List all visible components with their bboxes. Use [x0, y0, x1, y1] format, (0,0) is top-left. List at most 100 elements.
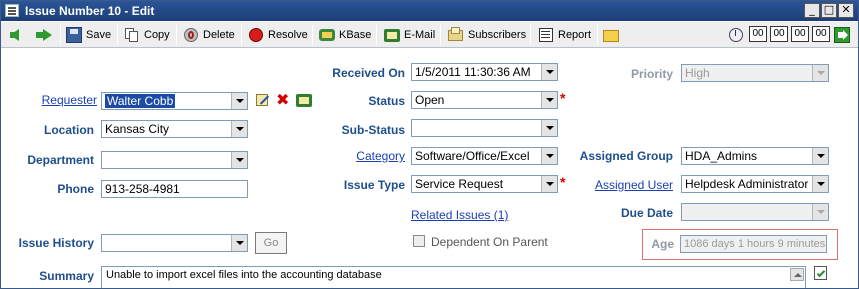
copy-button[interactable]: Copy — [124, 25, 170, 45]
floppy-disk-icon — [66, 27, 82, 43]
back-button[interactable] — [10, 25, 30, 45]
assigned-group-select[interactable]: HDA_Admins — [681, 147, 829, 165]
title-bar: Issue Number 10 - Edit _ □ ✕ — [1, 1, 858, 21]
sub-status-label: Sub-Status — [341, 123, 405, 137]
save-button[interactable]: Save — [66, 25, 111, 45]
assigned-group-value: HDA_Admins — [685, 149, 758, 163]
back-arrow-icon — [10, 27, 26, 43]
resolve-icon — [248, 27, 264, 43]
received-on-select[interactable]: 1/5/2011 11:30:36 AM — [411, 63, 558, 81]
priority-select[interactable]: High — [681, 64, 829, 82]
timer-clock-button[interactable] — [728, 25, 748, 45]
summary-textarea[interactable]: Unable to import excel files into the ac… — [101, 266, 806, 288]
report-label: Report — [558, 29, 592, 41]
status-select[interactable]: Open — [411, 91, 558, 109]
spell-check-icon[interactable] — [813, 265, 829, 281]
scroll-up-icon[interactable] — [790, 268, 804, 281]
issue-edit-window: Issue Number 10 - Edit _ □ ✕ Save Copy D… — [0, 0, 859, 289]
chevron-down-icon[interactable] — [812, 176, 828, 192]
requester-value: Walter Cobb — [105, 94, 176, 108]
issue-type-value: Service Request — [415, 177, 504, 191]
email-button[interactable]: E-Mail — [384, 25, 435, 45]
email-label: E-Mail — [404, 29, 436, 41]
received-on-label: Received On — [332, 66, 405, 80]
chevron-down-icon[interactable] — [812, 204, 828, 220]
timer-seconds[interactable]: 00 — [791, 26, 809, 42]
category-select[interactable]: Software/Office/Excel — [411, 147, 558, 165]
timer-hours[interactable]: 00 — [749, 26, 767, 42]
requester-label[interactable]: Requester — [11, 93, 97, 107]
delete-button[interactable]: Delete — [183, 25, 235, 45]
folder-icon — [603, 27, 619, 43]
toolbar: Save Copy Delete Resolve KBase E-Mail Su… — [1, 22, 858, 48]
phone-input[interactable]: 913-258-4981 — [101, 180, 248, 198]
subscribers-button[interactable]: Subscribers — [448, 25, 526, 45]
timer-fraction[interactable]: 00 — [812, 26, 830, 42]
edit-requester-icon[interactable] — [255, 92, 271, 108]
chevron-down-icon[interactable] — [231, 152, 247, 168]
report-button[interactable]: Report — [538, 25, 591, 45]
priority-label: Priority — [630, 67, 673, 81]
chevron-down-icon[interactable] — [541, 64, 557, 80]
status-required-mark: * — [560, 90, 566, 106]
sub-status-select[interactable] — [411, 119, 558, 137]
issue-history-select[interactable] — [101, 234, 248, 252]
copy-icon — [124, 27, 140, 43]
priority-value: High — [685, 66, 710, 80]
chevron-down-icon[interactable] — [812, 148, 828, 164]
location-select[interactable]: Kansas City — [101, 120, 248, 138]
chevron-down-icon[interactable] — [231, 93, 247, 109]
related-issues-link[interactable]: Related Issues (1) — [411, 208, 508, 222]
start-timer-button[interactable] — [834, 25, 854, 45]
timer-minutes[interactable]: 00 — [770, 26, 788, 42]
dependent-on-parent-checkbox[interactable] — [413, 235, 425, 247]
assigned-user-label[interactable]: Assigned User — [561, 178, 673, 192]
resolve-button[interactable]: Resolve — [248, 25, 308, 45]
age-display: 1086 days 1 hours 9 minutes — [680, 235, 827, 253]
status-value: Open — [415, 93, 445, 107]
department-label: Department — [27, 153, 94, 167]
age-label: Age — [651, 237, 674, 251]
due-date-select[interactable] — [681, 203, 829, 221]
copy-label: Copy — [144, 29, 170, 41]
status-label: Status — [368, 94, 405, 108]
category-value: Software/Office/Excel — [415, 149, 530, 163]
close-button[interactable]: ✕ — [838, 3, 854, 18]
maximize-button[interactable]: □ — [821, 3, 837, 18]
clock-icon — [728, 27, 744, 43]
minimize-button[interactable]: _ — [804, 3, 820, 18]
delete-label: Delete — [203, 29, 235, 41]
save-label: Save — [86, 29, 112, 41]
knowledge-base-icon — [319, 27, 335, 43]
due-date-label: Due Date — [620, 206, 673, 220]
subscribers-icon — [448, 27, 464, 43]
resolve-label: Resolve — [268, 29, 308, 41]
chevron-down-icon[interactable] — [231, 121, 247, 137]
kbase-label: KBase — [339, 29, 372, 41]
chevron-down-icon[interactable] — [812, 65, 828, 81]
folder-button[interactable] — [603, 25, 623, 45]
forward-button[interactable] — [36, 25, 56, 45]
issue-type-label: Issue Type — [343, 178, 405, 192]
issue-type-select[interactable]: Service Request — [411, 175, 558, 193]
chevron-down-icon[interactable] — [541, 176, 557, 192]
remove-requester-icon[interactable]: ✖ — [276, 92, 292, 108]
category-label[interactable]: Category — [301, 149, 405, 163]
assigned-user-select[interactable]: Helpdesk Administrator — [681, 175, 829, 193]
kbase-button[interactable]: KBase — [319, 25, 371, 45]
chevron-down-icon[interactable] — [541, 120, 557, 136]
summary-value: Unable to import excel files into the ac… — [106, 269, 382, 281]
chevron-down-icon[interactable] — [541, 92, 557, 108]
play-arrow-icon — [834, 27, 850, 43]
assigned-user-value: Helpdesk Administrator — [685, 177, 809, 191]
chevron-down-icon[interactable] — [541, 148, 557, 164]
received-on-value: 1/5/2011 11:30:36 AM — [415, 65, 531, 79]
chevron-down-icon[interactable] — [231, 235, 247, 251]
requester-select[interactable]: Walter Cobb — [101, 92, 248, 110]
email-icon — [384, 27, 400, 43]
go-button[interactable]: Go — [255, 232, 287, 254]
location-value: Kansas City — [105, 122, 170, 136]
department-select[interactable] — [101, 151, 248, 169]
forward-arrow-icon — [36, 27, 52, 43]
phone-label: Phone — [57, 182, 94, 196]
